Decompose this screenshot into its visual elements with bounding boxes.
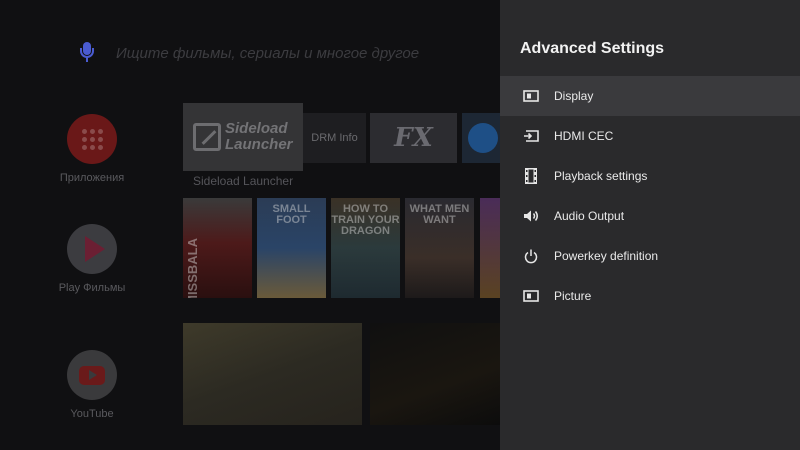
tile-fx[interactable]: FX [370, 113, 457, 163]
tile-sideload-launcher[interactable]: Sideload Launcher [183, 103, 303, 171]
menu-item-label: Audio Output [554, 209, 625, 223]
tile-drm-info[interactable]: DRM Info [303, 113, 366, 163]
poster-title: SMALL FOOT [272, 203, 311, 226]
menu-item-playback-settings[interactable]: Playback settings [500, 156, 800, 196]
sideload-tile-text: Sideload Launcher [225, 120, 293, 153]
menu-item-powerkey-definition[interactable]: Powerkey definition [500, 236, 800, 276]
microphone-icon[interactable] [80, 42, 94, 64]
app-apps[interactable]: Приложения [50, 114, 134, 184]
app-youtube-label: YouTube [70, 408, 114, 420]
app-play-movies-label: Play Фильмы [58, 282, 126, 294]
hdmi-cec-icon [522, 127, 540, 145]
tile-video-player[interactable] [462, 113, 502, 163]
search-placeholder: Ищите фильмы, сериалы и многое другое [116, 44, 420, 62]
speaker-icon [522, 207, 540, 225]
poster-card[interactable]: MISSBALA [183, 198, 252, 298]
video-thumbnail[interactable] [370, 323, 502, 425]
poster-card[interactable] [480, 198, 502, 298]
app-apps-label: Приложения [59, 172, 125, 184]
play-movies-icon [67, 224, 117, 274]
play-circle-icon [468, 123, 498, 153]
poster-title: HOW TO TRAIN YOUR DRAGON [331, 203, 400, 237]
poster-title: WHAT MEN WANT [409, 203, 470, 226]
display-icon [522, 87, 540, 105]
video-thumbnail[interactable] [183, 323, 362, 425]
menu-item-display[interactable]: Display [500, 76, 800, 116]
panel-title: Advanced Settings [520, 40, 665, 57]
poster-card[interactable]: WHAT MEN WANT [405, 198, 474, 298]
menu-item-label: Powerkey definition [554, 249, 659, 263]
menu-item-label: HDMI CEC [554, 129, 614, 143]
tile-sideload-caption: Sideload Launcher [193, 174, 294, 188]
menu-item-audio-output[interactable]: Audio Output [500, 196, 800, 236]
app-play-movies[interactable]: Play Фильмы [50, 224, 134, 294]
menu-item-hdmi-cec[interactable]: HDMI CEC [500, 116, 800, 156]
menu-item-label: Playback settings [554, 169, 648, 183]
picture-icon [522, 287, 540, 305]
film-strip-icon [522, 167, 540, 185]
advanced-settings-panel: Advanced Settings Display HDMI CEC Playb… [500, 0, 800, 450]
menu-item-picture[interactable]: Picture [500, 276, 800, 316]
search-bar[interactable]: Ищите фильмы, сериалы и многое другое [80, 38, 419, 68]
power-icon [522, 247, 540, 265]
app-youtube[interactable]: YouTube [50, 350, 134, 420]
poster-card[interactable]: HOW TO TRAIN YOUR DRAGON [331, 198, 400, 298]
youtube-icon [67, 350, 117, 400]
poster-title: MISSBALA [185, 238, 200, 298]
apps-grid-icon [67, 114, 117, 164]
menu-item-label: Picture [554, 289, 592, 303]
menu-item-label: Display [554, 89, 594, 103]
poster-card[interactable]: SMALL FOOT [257, 198, 326, 298]
settings-menu: Display HDMI CEC Playback settings Audio… [500, 76, 800, 316]
sideload-arrow-icon [193, 123, 221, 151]
